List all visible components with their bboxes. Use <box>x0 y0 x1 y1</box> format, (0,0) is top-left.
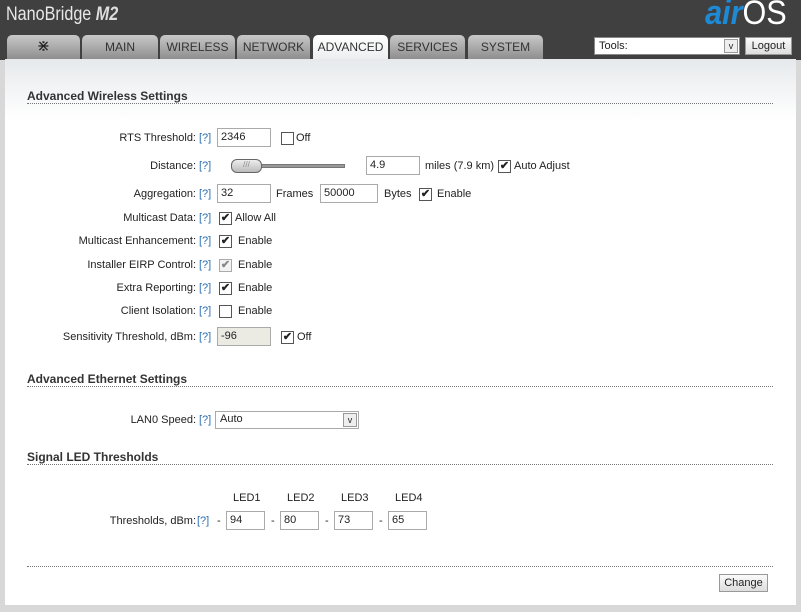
aggregation-bytes-input[interactable]: 50000 <box>320 184 378 203</box>
led2-header: LED2 <box>287 492 315 504</box>
divider <box>27 566 773 567</box>
aggregation-help-link[interactable]: [?] <box>199 188 211 200</box>
distance-slider-handle[interactable]: /// <box>231 159 262 173</box>
frames-label: Frames <box>276 188 314 200</box>
dash: - <box>271 515 275 527</box>
extra-reporting-label: Extra Reporting: <box>116 282 196 294</box>
aggregation-enable-checkbox[interactable]: ✔ <box>419 188 432 201</box>
eirp-option: Enable <box>238 259 273 271</box>
multicast-enhancement-checkbox[interactable]: ✔ <box>219 235 232 248</box>
sensitivity-off-checkbox[interactable]: ✔ <box>281 331 294 344</box>
airos-logo: airOS <box>705 0 787 32</box>
distance-input[interactable]: 4.9 <box>366 156 420 175</box>
change-button[interactable]: Change <box>719 574 768 592</box>
dash: - <box>325 515 329 527</box>
tab-network[interactable]: NETWORK <box>237 35 310 59</box>
auto-adjust-checkbox[interactable]: ✔ <box>498 160 511 173</box>
sensitivity-input: -96 <box>217 327 271 346</box>
rts-help-link[interactable]: [?] <box>199 132 211 144</box>
lan0-speed-select[interactable]: Auto v <box>215 411 359 429</box>
eirp-checkbox: ✔ <box>219 259 232 272</box>
led3-threshold-input[interactable]: 73 <box>334 511 373 530</box>
dash: - <box>217 515 221 527</box>
led3-header: LED3 <box>341 492 369 504</box>
extra-reporting-help-link[interactable]: [?] <box>199 282 211 294</box>
tab-advanced[interactable]: ADVANCED <box>313 35 388 59</box>
multicast-enhancement-label: Multicast Enhancement: <box>78 235 196 247</box>
section-title-ethernet: Advanced Ethernet Settings <box>27 372 188 386</box>
lan0-speed-value: Auto <box>220 413 243 425</box>
rts-off-checkbox[interactable] <box>281 132 294 145</box>
section-title-led: Signal LED Thresholds <box>27 450 159 464</box>
divider <box>27 103 773 104</box>
tab-main[interactable]: MAIN <box>82 35 158 59</box>
thresholds-help-link[interactable]: [?] <box>197 515 209 527</box>
extra-reporting-checkbox[interactable]: ✔ <box>219 282 232 295</box>
lan0-speed-help-link[interactable]: [?] <box>199 414 211 426</box>
dash: - <box>379 515 383 527</box>
chevron-down-icon: v <box>343 413 357 427</box>
multicast-data-checkbox[interactable]: ✔ <box>219 212 232 225</box>
multicast-data-label: Multicast Data: <box>123 212 196 224</box>
tools-select[interactable]: Tools: v <box>594 37 740 55</box>
section-title-wireless: Advanced Wireless Settings <box>27 89 188 103</box>
aggregation-enable-label: Enable <box>437 188 472 200</box>
tab-ubiquiti-logo[interactable]: ⋇ <box>7 35 80 59</box>
lan0-speed-label: LAN0 Speed: <box>130 414 196 426</box>
thresholds-label: Thresholds, dBm: <box>109 515 196 527</box>
auto-adjust-label: Auto Adjust <box>514 160 570 172</box>
logout-button[interactable]: Logout <box>745 37 792 55</box>
tools-value: Tools: <box>599 40 628 52</box>
sensitivity-off-label: Off <box>297 331 312 343</box>
multicast-data-option: Allow All <box>235 212 276 224</box>
aggregation-frames-input[interactable]: 32 <box>217 184 271 203</box>
bytes-label: Bytes <box>384 188 412 200</box>
led1-threshold-input[interactable]: 94 <box>226 511 265 530</box>
divider <box>27 386 773 387</box>
distance-help-link[interactable]: [?] <box>199 160 211 172</box>
device-brand: NanoBridge M2 <box>6 4 119 25</box>
led4-header: LED4 <box>395 492 423 504</box>
rts-label: RTS Threshold: <box>119 132 196 144</box>
client-isolation-option: Enable <box>238 305 273 317</box>
led1-header: LED1 <box>233 492 261 504</box>
led4-threshold-input[interactable]: 65 <box>388 511 427 530</box>
multicast-enhancement-help-link[interactable]: [?] <box>199 235 211 247</box>
aggregation-label: Aggregation: <box>133 188 196 200</box>
multicast-data-help-link[interactable]: [?] <box>199 212 211 224</box>
tab-services[interactable]: SERVICES <box>390 35 465 59</box>
sensitivity-label: Sensitivity Threshold, dBm: <box>62 331 196 343</box>
distance-label: Distance: <box>150 160 196 172</box>
chevron-down-icon: v <box>724 39 738 53</box>
extra-reporting-option: Enable <box>238 282 273 294</box>
client-isolation-label: Client Isolation: <box>120 305 196 317</box>
tab-wireless[interactable]: WIRELESS <box>160 35 235 59</box>
multicast-enhancement-option: Enable <box>238 235 273 247</box>
client-isolation-help-link[interactable]: [?] <box>199 305 211 317</box>
rts-off-label: Off <box>296 132 311 144</box>
led2-threshold-input[interactable]: 80 <box>280 511 319 530</box>
eirp-help-link[interactable]: [?] <box>199 259 211 271</box>
tab-system[interactable]: SYSTEM <box>468 35 543 59</box>
client-isolation-checkbox[interactable] <box>219 305 232 318</box>
ubiquiti-antenna-icon: ⋇ <box>36 38 51 55</box>
divider <box>27 464 773 465</box>
sensitivity-help-link[interactable]: [?] <box>199 331 211 343</box>
distance-units: miles (7.9 km) <box>425 160 495 172</box>
rts-threshold-input[interactable]: 2346 <box>217 128 271 147</box>
eirp-label: Installer EIRP Control: <box>87 259 196 271</box>
